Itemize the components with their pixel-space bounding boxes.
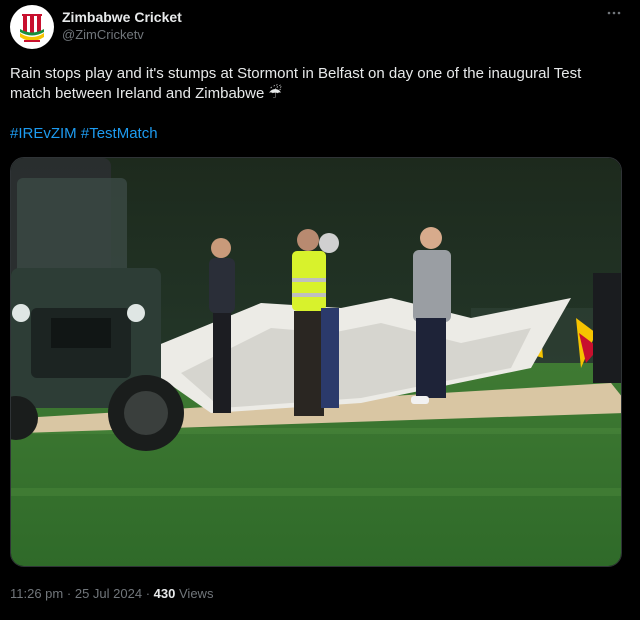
hashtag-testmatch[interactable]: #TestMatch <box>81 125 158 142</box>
meta-separator-2: · <box>145 586 151 601</box>
zimbabwe-cricket-logo-icon <box>11 6 53 48</box>
author-handle[interactable]: @ZimCricketv <box>62 27 144 42</box>
tweet-photo[interactable] <box>10 157 622 567</box>
views-label: Views <box>179 586 214 601</box>
tweet-text: Rain stops play and it's stumps at Storm… <box>10 65 582 102</box>
tweet-date[interactable]: 25 Jul 2024 <box>75 586 142 601</box>
hashtags: #IREvZIM #TestMatch <box>10 125 158 142</box>
tweet-meta: 11:26 pm · 25 Jul 2024 · 430 Views <box>10 586 213 601</box>
author-avatar[interactable] <box>10 5 54 49</box>
more-options-icon[interactable] <box>606 5 622 26</box>
meta-separator: · <box>66 586 72 601</box>
photo-illustration <box>11 158 621 566</box>
tweet-time[interactable]: 11:26 pm <box>10 586 63 601</box>
tweet-card: Zimbabwe Cricket @ZimCricketv Rain stops… <box>0 0 640 620</box>
tweet-header: Zimbabwe Cricket @ZimCricketv <box>10 5 630 49</box>
views-count: 430 <box>153 586 176 601</box>
hashtag-irevzim[interactable]: #IREvZIM <box>10 125 77 142</box>
author-name[interactable]: Zimbabwe Cricket <box>62 9 182 25</box>
